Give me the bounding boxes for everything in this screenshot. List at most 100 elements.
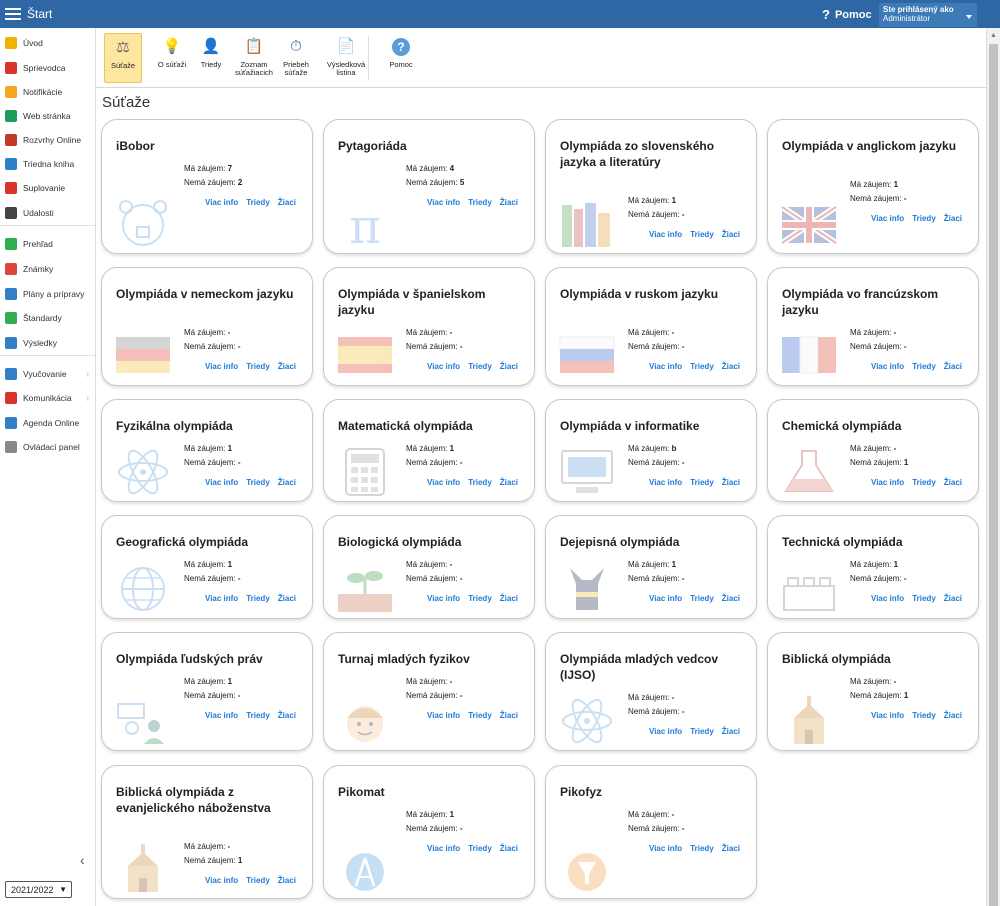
more-info-link[interactable]: Viac info bbox=[871, 214, 904, 223]
sidebar-item[interactable]: Známky bbox=[0, 258, 95, 280]
students-link[interactable]: Žiaci bbox=[722, 230, 740, 239]
students-link[interactable]: Žiaci bbox=[722, 594, 740, 603]
scrollbar[interactable]: ▲ ▼ bbox=[986, 28, 1000, 906]
sidebar-item[interactable]: Udalosti bbox=[0, 202, 95, 224]
classes-link[interactable]: Triedy bbox=[246, 711, 270, 720]
toolbar-button[interactable]: ? Pomoc bbox=[386, 33, 416, 83]
classes-link[interactable]: Triedy bbox=[912, 214, 936, 223]
classes-link[interactable]: Triedy bbox=[468, 362, 492, 371]
students-link[interactable]: Žiaci bbox=[944, 711, 962, 720]
sidebar-item[interactable]: Výsledky bbox=[0, 332, 95, 354]
sidebar-item[interactable]: Agenda Online bbox=[0, 412, 95, 434]
app-title[interactable]: Štart bbox=[27, 7, 52, 21]
help-link[interactable]: ? Pomoc bbox=[822, 7, 872, 22]
classes-link[interactable]: Triedy bbox=[468, 478, 492, 487]
sidebar-item[interactable]: Komunikácia › bbox=[0, 387, 95, 409]
classes-link[interactable]: Triedy bbox=[468, 198, 492, 207]
more-info-link[interactable]: Viac info bbox=[871, 594, 904, 603]
students-link[interactable]: Žiaci bbox=[500, 844, 518, 853]
more-info-link[interactable]: Viac info bbox=[649, 594, 682, 603]
classes-link[interactable]: Triedy bbox=[690, 362, 714, 371]
students-link[interactable]: Žiaci bbox=[278, 594, 296, 603]
school-year-select[interactable]: 2021/2022 ▼ bbox=[5, 881, 72, 898]
toolbar-button[interactable]: 💡 O súťaži bbox=[152, 33, 192, 83]
students-link[interactable]: Žiaci bbox=[722, 844, 740, 853]
sidebar-item[interactable]: Prehľad bbox=[0, 233, 95, 255]
more-info-link[interactable]: Viac info bbox=[649, 844, 682, 853]
more-info-link[interactable]: Viac info bbox=[427, 198, 460, 207]
more-info-link[interactable]: Viac info bbox=[427, 478, 460, 487]
toolbar-button[interactable]: 👤 Triedy bbox=[196, 33, 226, 83]
classes-link[interactable]: Triedy bbox=[912, 711, 936, 720]
more-info-link[interactable]: Viac info bbox=[649, 362, 682, 371]
students-link[interactable]: Žiaci bbox=[722, 478, 740, 487]
more-info-link[interactable]: Viac info bbox=[649, 478, 682, 487]
more-info-link[interactable]: Viac info bbox=[205, 876, 238, 885]
sidebar-item[interactable]: Štandardy bbox=[0, 307, 95, 329]
classes-link[interactable]: Triedy bbox=[246, 594, 270, 603]
students-link[interactable]: Žiaci bbox=[278, 711, 296, 720]
classes-link[interactable]: Triedy bbox=[246, 198, 270, 207]
more-info-link[interactable]: Viac info bbox=[427, 844, 460, 853]
scrollbar-thumb[interactable] bbox=[989, 44, 998, 906]
more-info-link[interactable]: Viac info bbox=[871, 362, 904, 371]
classes-link[interactable]: Triedy bbox=[468, 594, 492, 603]
user-menu[interactable]: Ste prihlásený ako Administrátor bbox=[879, 3, 977, 27]
students-link[interactable]: Žiaci bbox=[722, 727, 740, 736]
sidebar-item[interactable]: Vyučovanie › bbox=[0, 363, 95, 385]
classes-link[interactable]: Triedy bbox=[690, 230, 714, 239]
more-info-link[interactable]: Viac info bbox=[205, 478, 238, 487]
students-link[interactable]: Žiaci bbox=[722, 362, 740, 371]
more-info-link[interactable]: Viac info bbox=[205, 362, 238, 371]
students-link[interactable]: Žiaci bbox=[278, 876, 296, 885]
toolbar-button[interactable]: ⚖ Súťaže bbox=[104, 33, 142, 83]
students-link[interactable]: Žiaci bbox=[500, 711, 518, 720]
toolbar-button[interactable]: 📄 Výsledková listina bbox=[322, 33, 370, 83]
more-info-link[interactable]: Viac info bbox=[649, 230, 682, 239]
more-info-link[interactable]: Viac info bbox=[427, 711, 460, 720]
students-link[interactable]: Žiaci bbox=[500, 594, 518, 603]
more-info-link[interactable]: Viac info bbox=[871, 478, 904, 487]
more-info-link[interactable]: Viac info bbox=[205, 198, 238, 207]
classes-link[interactable]: Triedy bbox=[690, 727, 714, 736]
classes-link[interactable]: Triedy bbox=[246, 478, 270, 487]
students-link[interactable]: Žiaci bbox=[278, 198, 296, 207]
classes-link[interactable]: Triedy bbox=[912, 594, 936, 603]
more-info-link[interactable]: Viac info bbox=[427, 594, 460, 603]
sidebar-item[interactable]: Plány a prípravy bbox=[0, 283, 95, 305]
hamburger-menu-icon[interactable] bbox=[5, 8, 21, 20]
sidebar-item[interactable]: Sprievodca bbox=[0, 57, 95, 79]
collapse-sidebar-icon[interactable]: ‹ bbox=[80, 852, 85, 868]
more-info-link[interactable]: Viac info bbox=[649, 727, 682, 736]
sidebar-item[interactable]: Suplovanie bbox=[0, 177, 95, 199]
students-link[interactable]: Žiaci bbox=[944, 214, 962, 223]
students-link[interactable]: Žiaci bbox=[944, 594, 962, 603]
students-link[interactable]: Žiaci bbox=[278, 478, 296, 487]
more-info-link[interactable]: Viac info bbox=[871, 711, 904, 720]
classes-link[interactable]: Triedy bbox=[468, 711, 492, 720]
more-info-link[interactable]: Viac info bbox=[205, 594, 238, 603]
sidebar-item[interactable]: Web stránka bbox=[0, 105, 95, 127]
sidebar-item[interactable]: Rozvrhy Online bbox=[0, 129, 95, 151]
sidebar-item[interactable]: Notifikácie bbox=[0, 81, 95, 103]
scroll-up-icon[interactable]: ▲ bbox=[990, 32, 997, 39]
more-info-link[interactable]: Viac info bbox=[205, 711, 238, 720]
classes-link[interactable]: Triedy bbox=[690, 594, 714, 603]
classes-link[interactable]: Triedy bbox=[690, 844, 714, 853]
classes-link[interactable]: Triedy bbox=[690, 478, 714, 487]
toolbar-button[interactable]: 📋 Zoznam súťažiacich bbox=[232, 33, 276, 83]
toolbar-button[interactable]: ⏱ Priebeh súťaže bbox=[278, 33, 314, 83]
classes-link[interactable]: Triedy bbox=[912, 478, 936, 487]
sidebar-item[interactable]: Úvod bbox=[0, 32, 95, 54]
students-link[interactable]: Žiaci bbox=[500, 198, 518, 207]
students-link[interactable]: Žiaci bbox=[500, 478, 518, 487]
classes-link[interactable]: Triedy bbox=[468, 844, 492, 853]
sidebar-item[interactable]: Triedna kniha bbox=[0, 153, 95, 175]
classes-link[interactable]: Triedy bbox=[246, 362, 270, 371]
classes-link[interactable]: Triedy bbox=[246, 876, 270, 885]
more-info-link[interactable]: Viac info bbox=[427, 362, 460, 371]
students-link[interactable]: Žiaci bbox=[500, 362, 518, 371]
students-link[interactable]: Žiaci bbox=[278, 362, 296, 371]
students-link[interactable]: Žiaci bbox=[944, 362, 962, 371]
students-link[interactable]: Žiaci bbox=[944, 478, 962, 487]
